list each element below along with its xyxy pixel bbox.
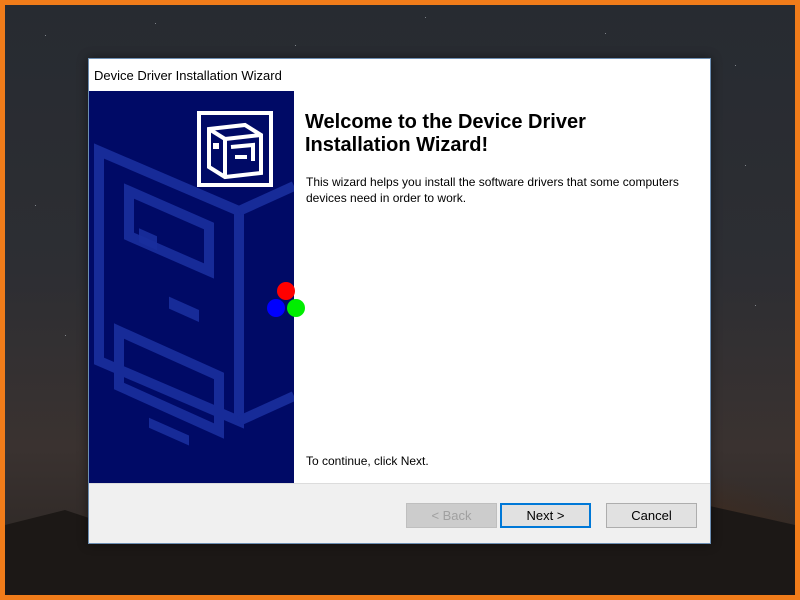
star [755,305,756,306]
continue-instruction: To continue, click Next. [306,454,429,468]
star [65,335,66,336]
green-marker-dot [287,299,305,317]
title-bar[interactable]: Device Driver Installation Wizard [89,59,710,91]
welcome-heading-line1: Welcome to the Device Driver [305,111,586,133]
wizard-description: This wizard helps you install the softwa… [306,175,679,205]
device-box-icon [207,122,263,180]
wizard-content: Welcome to the Device Driver Installatio… [294,91,710,483]
star [605,33,606,34]
welcome-heading-line2: Installation Wizard! [305,134,489,156]
star [155,23,156,24]
button-bar: < Back Next > Cancel [89,483,710,543]
window-title: Device Driver Installation Wizard [94,68,282,83]
red-marker-dot [277,282,295,300]
next-button[interactable]: Next > [500,503,591,528]
wizard-window: Device Driver Installation Wizard Welcom… [88,58,711,544]
star [745,165,746,166]
star [35,205,36,206]
star [735,65,736,66]
star [425,17,426,18]
blue-marker-dot [267,299,285,317]
rgb-marker-dots [267,282,305,317]
device-logo [197,111,273,187]
back-button[interactable]: < Back [406,503,497,528]
star [295,45,296,46]
cancel-button[interactable]: Cancel [606,503,697,528]
wizard-side-banner [89,91,294,483]
star [45,35,46,36]
welcome-heading: Welcome to the Device Driver Installatio… [305,111,695,157]
